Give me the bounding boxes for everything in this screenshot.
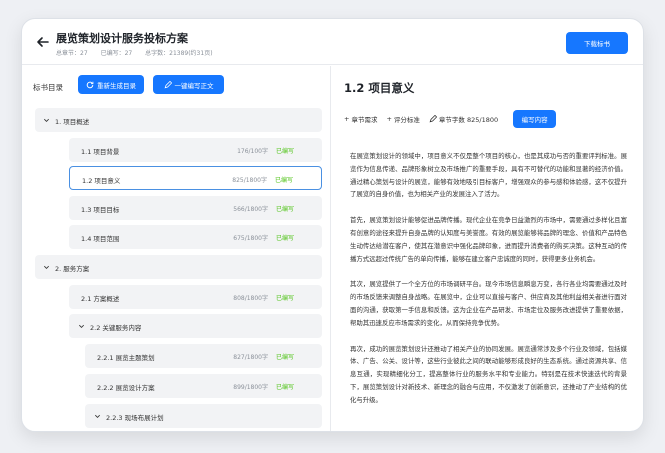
toc-row-label: 1.2 项目意义 [82,177,121,185]
chevron-down-icon[interactable] [43,117,50,124]
toc-row-label: 2.2 关键服务内容 [90,324,142,332]
word-count-label: 章节字数 825/1800 [438,116,499,124]
status-badge: 已编写 [275,295,294,302]
plus-icon: + [386,115,392,123]
pen-icon [429,115,437,123]
app-window: 展览策划设计服务投标方案 总章节：27 已编写：27 总字数：21389(约31… [21,18,644,432]
toc-row-label: 2.2.3 现场布展计划 [106,414,164,422]
plus-icon: + [344,115,350,123]
status-badge: 已编写 [275,148,294,155]
toc-row-count: 675/1800字 [233,235,268,242]
toc-row-count: 808/1800字 [233,295,268,302]
page-title: 展览策划设计服务投标方案 [56,32,188,45]
toc-row-2[interactable]: 2. 服务方案 [35,255,322,279]
scoring-criteria-label: 评分标准 [393,116,420,124]
write-all-button[interactable]: 一键编写正文 [153,75,224,94]
toc-row-2-2-1[interactable]: 2.2.1 展览主题策划 827/1800字 已编写 [85,344,322,368]
content-panel: 1.2 项目意义 + 章节需求 + 评分标准 章节字数 825/1800 编写内… [332,66,643,431]
toc-row-1[interactable]: 1. 项目概述 [35,108,322,132]
chapter-requirements-label: 章节需求 [351,116,378,124]
toc-row-label: 1.3 项目目标 [81,206,120,214]
write-all-label: 一键编写正文 [174,81,214,90]
status-badge: 已编写 [274,177,293,184]
toc-row-2-2[interactable]: 2.2 关键服务内容 [69,314,322,338]
section-content: 在展览策划设计的领域中，项目意义不仅是整个项目的核心，也是其成功与否的重要评判标… [350,150,627,420]
content-toolbar: + 章节需求 + 评分标准 章节字数 825/1800 编写内容 [344,110,557,128]
stat-written: 已编写：27 [100,50,133,57]
toc-row-label: 1. 项目概述 [55,118,90,126]
document-stats: 总章节：27 已编写：27 总字数：21389(约31页) [56,48,224,57]
chapter-requirements-button[interactable]: + 章节需求 [344,114,377,124]
content-paragraph: 在展览策划设计的领域中，项目意义不仅是整个项目的核心，也是其成功与否的重要评判标… [350,152,627,199]
toc-row-1-1[interactable]: 1.1 项目背景 176/100字 已编写 [69,138,322,162]
regenerate-toc-label: 重新生成目录 [97,81,136,90]
scoring-criteria-button[interactable]: + 评分标准 [386,114,419,124]
toc-row-2-1[interactable]: 2.1 方案概述 808/1800字 已编写 [69,285,322,309]
toc-row-label: 1.1 项目背景 [81,148,120,156]
toc-row-label: 2. 服务方案 [55,265,90,273]
toc-row-count: 566/1800字 [233,206,268,213]
toc-label: 标书目录 [33,83,63,92]
status-badge: 已编写 [275,354,294,361]
chevron-down-icon[interactable] [94,413,101,420]
toc-row-count: 825/1800字 [232,177,267,184]
toc-row-2-2-2[interactable]: 2.2.2 展览设计方案 899/1800字 已编写 [85,374,322,398]
status-badge: 已编写 [275,206,294,213]
regenerate-toc-button[interactable]: 重新生成目录 [78,75,144,94]
status-badge: 已编写 [275,235,294,242]
content-paragraph: 再次，成功的展览策划设计还推动了相关产业的协同发展。展览通常涉及多个行业及领域，… [350,344,627,404]
section-title: 1.2 项目意义 [344,81,415,95]
toc-panel: 标书目录 重新生成目录 一键编写正文 1. 项目概述 1.1 项目背景 176/… [22,66,331,431]
content-paragraph: 其次，展览提供了一个全方位的市场调研平台。现今市场信息瞬息万变，各行各业均需要通… [350,280,627,327]
refresh-icon [86,81,94,88]
header: 展览策划设计服务投标方案 总章节：27 已编写：27 总字数：21389(约31… [22,19,643,65]
stat-word-count: 总字数：21389(约31页) [145,50,213,57]
write-content-button[interactable]: 编写内容 [513,110,557,128]
toc-row-count: 176/100字 [237,148,268,155]
toc-row-label: 1.4 项目范围 [81,235,120,243]
chevron-down-icon[interactable] [78,323,85,330]
chevron-down-icon[interactable] [43,264,50,271]
content-paragraph: 首先，展览策划设计能够促进品牌传播。现代企业在竞争日益激烈的市场中，需要通过多样… [350,216,627,263]
stat-total-chapters: 总章节：27 [56,50,88,57]
toc-row-1-3[interactable]: 1.3 项目目标 566/1800字 已编写 [69,196,322,220]
toc-row-count: 899/1800字 [233,384,268,391]
toc-row-1-2[interactable]: 1.2 项目意义 825/1800字 已编写 [69,166,322,190]
toc-row-label: 2.1 方案概述 [81,295,120,303]
toc-row-label: 2.2.2 展览设计方案 [97,384,155,392]
toc-row-2-2-3[interactable]: 2.2.3 现场布展计划 [85,404,322,428]
download-button[interactable]: 下载标书 [566,32,628,54]
status-badge: 已编写 [275,384,294,391]
toc-row-1-4[interactable]: 1.4 项目范围 675/1800字 已编写 [69,225,322,249]
toc-row-label: 2.2.1 展览主题策划 [97,354,155,362]
word-count-setting[interactable]: 章节字数 825/1800 [429,114,498,124]
back-arrow-icon[interactable] [35,34,51,50]
pen-icon [164,80,172,88]
toc-row-count: 827/1800字 [233,354,268,361]
